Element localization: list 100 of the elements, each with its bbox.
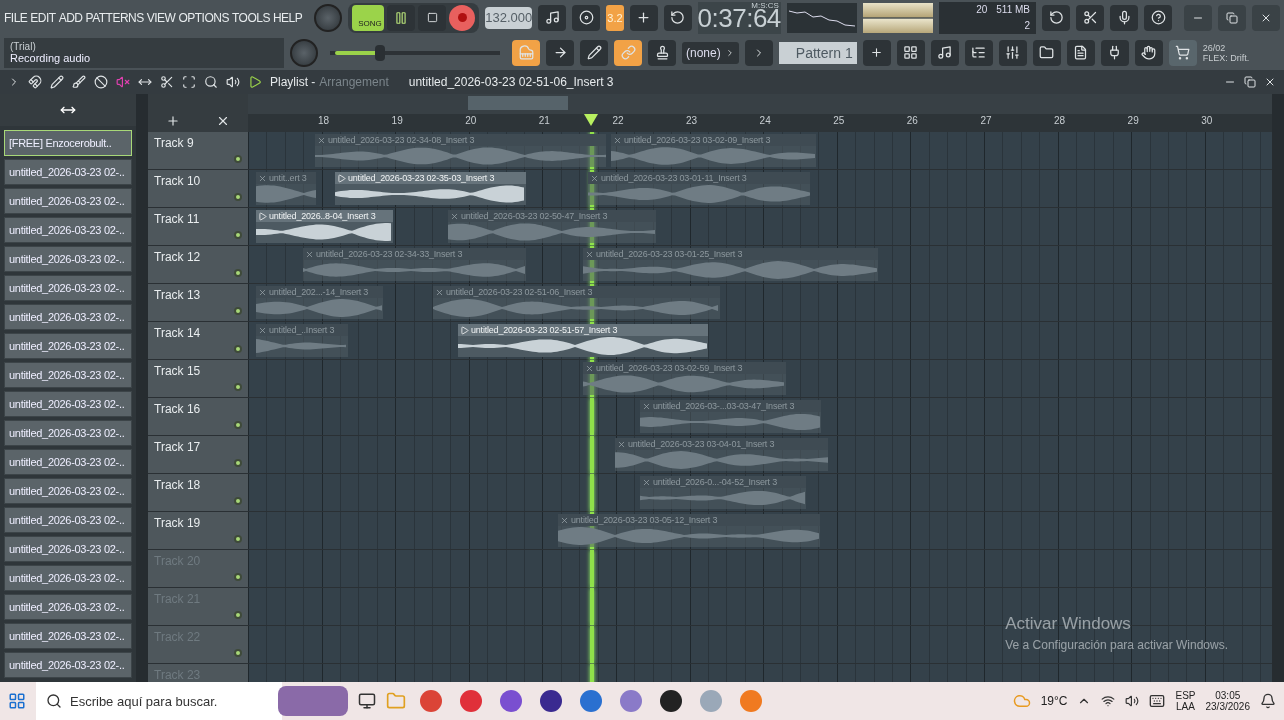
track-led[interactable] <box>234 193 242 201</box>
add-icon[interactable] <box>166 114 180 128</box>
audio-clip[interactable]: untitled_2026-03-23 02-51-06_Insert 3 <box>433 286 720 319</box>
audio-clip[interactable]: untitled_2026-03-23 03-02-09_Insert 3 <box>611 134 816 167</box>
temperature[interactable]: 19°C <box>1040 694 1068 708</box>
track-name[interactable]: Track 17 <box>148 436 248 473</box>
undo-button[interactable] <box>1042 4 1070 31</box>
pencil-icon[interactable] <box>50 75 64 89</box>
file-button[interactable] <box>1066 39 1095 66</box>
mute-icon[interactable] <box>116 75 130 89</box>
track-name[interactable]: Track 18 <box>148 474 248 511</box>
track-led[interactable] <box>234 269 242 277</box>
track-led[interactable] <box>234 459 242 467</box>
audio-clip[interactable]: untitled_2026-0...-04-52_Insert 3 <box>640 476 806 509</box>
track-lane[interactable]: untitled_2026-03-...03-03-47_Insert 3 <box>248 398 1272 435</box>
pattern-selector[interactable]: Pattern 1 <box>778 41 857 64</box>
browser-item[interactable]: untitled_2026-03-23 02-.. <box>4 449 132 475</box>
menu-item[interactable]: VIEW <box>146 10 176 25</box>
menu-item[interactable]: HELP <box>272 10 303 25</box>
audio-clip[interactable]: untitled_2026-03-23 03-01-25_Insert 3 <box>583 248 878 281</box>
clock-date[interactable]: 23/3/2026 <box>1205 701 1250 712</box>
help-button[interactable] <box>1144 4 1172 31</box>
arrow-button[interactable] <box>546 39 574 66</box>
browser-item[interactable]: untitled_2026-03-23 02-.. <box>4 159 132 185</box>
audio-clip[interactable]: untitled_2026-03-23 03-01-11_Insert 3 <box>588 172 810 205</box>
browser-item[interactable]: untitled_2026-03-23 02-.. <box>4 565 132 591</box>
scrollbar[interactable] <box>1272 94 1284 682</box>
audio-clip[interactable]: untitled_2026-03-23 03-05-12_Insert 3 <box>558 514 820 547</box>
track-led[interactable] <box>234 649 242 657</box>
track-led[interactable] <box>234 611 242 619</box>
photo-placeholder[interactable] <box>278 686 348 716</box>
track-led[interactable] <box>234 383 242 391</box>
browser-item[interactable]: untitled_2026-03-23 02-.. <box>4 333 132 359</box>
speaker-icon[interactable] <box>226 75 240 89</box>
notification-icon[interactable] <box>1260 693 1276 709</box>
browser-item[interactable]: untitled_2026-03-23 02-.. <box>4 594 132 620</box>
browser-item[interactable]: untitled_2026-03-23 02-.. <box>4 507 132 533</box>
song-mode-button[interactable]: SONG <box>352 4 385 31</box>
select-icon[interactable] <box>182 75 196 89</box>
zoom-icon[interactable] <box>204 75 218 89</box>
news-text[interactable]: FLEX: Drift. <box>1202 52 1275 63</box>
clock-time[interactable]: 03:05 <box>1215 690 1241 701</box>
track-lane[interactable]: untitled_2026-03-23 02-34-08_Insert 3 untitled_2026-03-23 03-02-09_Insert 3 <box>248 132 1272 169</box>
tempo-field[interactable]: 132.000 <box>485 6 533 29</box>
browser-item[interactable]: [FREE] Enzocerobult.. <box>4 130 132 156</box>
windows-start-icon[interactable] <box>8 692 26 710</box>
magnet-icon[interactable] <box>28 75 42 89</box>
track-name[interactable]: Track 16 <box>148 398 248 435</box>
taskbar-search-field[interactable]: Escribe aquí para buscar. <box>36 682 282 720</box>
menu-item[interactable]: ADD <box>58 10 83 25</box>
audio-clip[interactable]: untitled_2026-03-23 03-02-59_Insert 3 <box>583 362 786 395</box>
audio-clip[interactable]: untitled_2026-03-23 02-51-57_Insert 3 <box>458 324 708 357</box>
audio-clip[interactable]: untitled_2026-03-23 02-35-03_Insert 3 <box>335 172 526 205</box>
piano-button[interactable] <box>512 39 540 66</box>
track-name[interactable]: Track 12 <box>148 246 248 283</box>
add-pattern-button[interactable] <box>862 39 891 66</box>
delete-icon[interactable] <box>94 75 108 89</box>
slice-icon[interactable] <box>160 75 174 89</box>
audio-clip[interactable]: untit..ert 3 <box>256 172 316 205</box>
track-lane[interactable]: untitled_202...-14_Insert 3 untitled_2026-03-23 02-51-06_Insert 3 <box>248 284 1272 321</box>
pen-button[interactable] <box>580 39 608 66</box>
browser-item[interactable]: untitled_2026-03-23 02-.. <box>4 304 132 330</box>
app-icon[interactable] <box>540 690 562 712</box>
track-led[interactable] <box>234 345 242 353</box>
remove-icon[interactable] <box>216 114 230 128</box>
audio-clip[interactable]: untitled_2026-03-23 02-50-47_Insert 3 <box>448 210 656 243</box>
keyboard-icon[interactable] <box>1149 693 1166 709</box>
track-name[interactable]: Track 15 <box>148 360 248 397</box>
keyboard-layout[interactable]: LAA <box>1176 701 1195 712</box>
browser-item[interactable]: untitled_2026-03-23 02-.. <box>4 420 132 446</box>
browser-item[interactable]: untitled_2026-03-23 02-.. <box>4 362 132 388</box>
link-button[interactable] <box>614 39 642 66</box>
plug-button[interactable] <box>1100 39 1129 66</box>
menu-item[interactable]: OPTIONS <box>178 10 229 25</box>
browser-button[interactable] <box>1032 39 1061 66</box>
menu-item[interactable]: FILE <box>4 10 28 25</box>
track-name[interactable]: Track 19 <box>148 512 248 549</box>
audio-clip[interactable]: untitled_2026-03-...03-03-47_Insert 3 <box>640 400 821 433</box>
task-view-icon[interactable] <box>358 692 376 710</box>
mic-button[interactable] <box>1110 4 1138 31</box>
audio-clip[interactable]: untitled_2026..8-04_Insert 3 <box>256 210 393 243</box>
menu-item[interactable]: PATTERNS <box>85 10 144 25</box>
playlist-button[interactable] <box>896 39 925 66</box>
track-led[interactable] <box>234 573 242 581</box>
menu-item[interactable]: TOOLS <box>231 10 270 25</box>
track-led[interactable] <box>234 421 242 429</box>
record-button[interactable] <box>449 4 476 31</box>
language[interactable]: ESP <box>1175 690 1196 701</box>
track-lane[interactable]: untitled_2026..8-04_Insert 3 untitled_2026-03-23 02-50-47_Insert 3 <box>248 208 1272 245</box>
audio-clip[interactable]: untitled_2026-03-23 03-04-01_Insert 3 <box>615 438 828 471</box>
network-icon[interactable] <box>1101 694 1116 708</box>
volume-icon[interactable] <box>1125 694 1140 708</box>
track-name[interactable]: Track 11 <box>148 208 248 245</box>
toolbar-button[interactable] <box>538 4 567 31</box>
browser-item[interactable]: untitled_2026-03-23 02-.. <box>4 217 132 243</box>
stop-button[interactable] <box>418 4 447 31</box>
piano-roll-button[interactable] <box>930 39 959 66</box>
browser-item[interactable]: untitled_2026-03-23 02-.. <box>4 246 132 272</box>
audio-clip[interactable]: untitled_..Insert 3 <box>256 324 348 357</box>
minimize-button[interactable] <box>1184 4 1212 31</box>
